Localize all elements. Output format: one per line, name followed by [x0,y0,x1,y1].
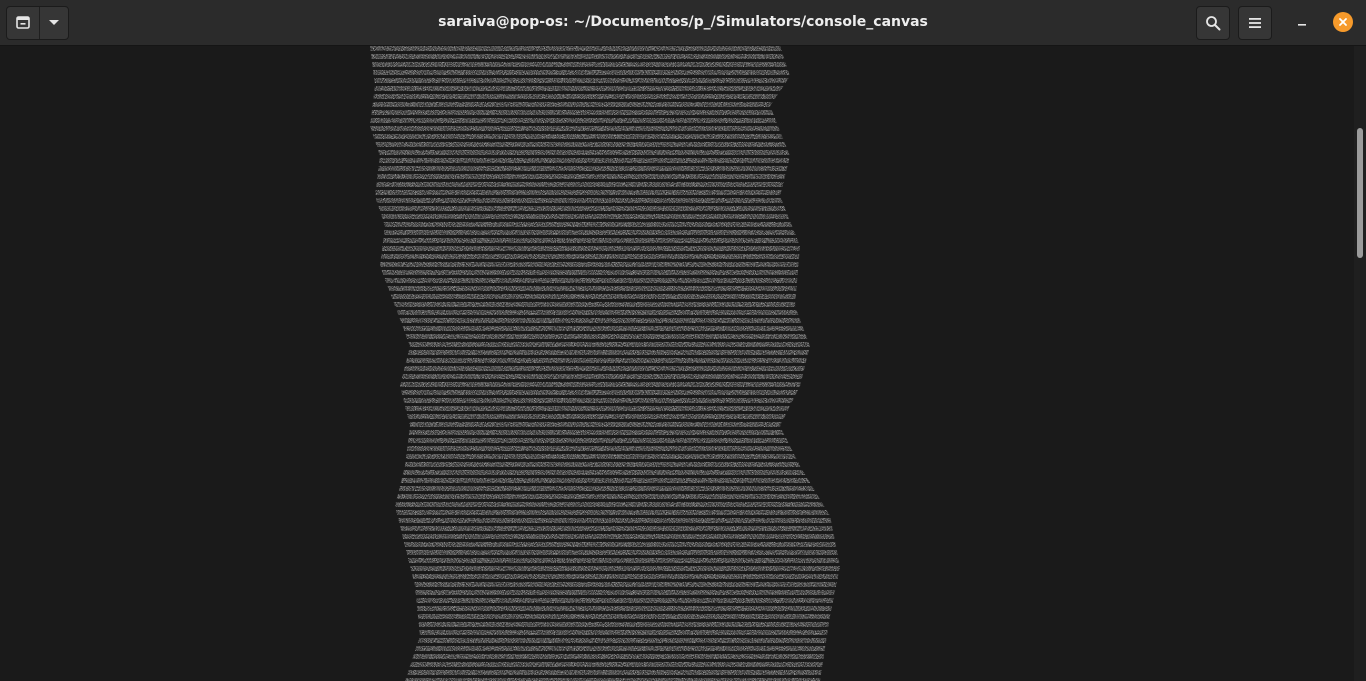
window-title: saraiva@pop-os: ~/Documentos/p_/Simulato… [438,14,928,30]
terminal-window: saraiva@pop-os: ~/Documentos/p_/Simulato… [0,0,1366,681]
close-button[interactable] [1333,12,1353,32]
tab-menu-button[interactable] [39,7,68,39]
search-icon [1206,16,1221,31]
search-button[interactable] [1196,6,1230,40]
minimize-button[interactable] [1292,12,1312,32]
ascii-art-canvas [370,46,840,681]
tab-button-group [6,6,69,40]
new-tab-button[interactable] [7,7,39,39]
new-tab-icon [16,16,30,29]
terminal-output[interactable] [0,46,1366,681]
hamburger-menu-icon [1249,18,1261,28]
minimize-icon [1298,24,1306,26]
scrollbar-thumb[interactable] [1357,128,1363,258]
chevron-down-icon [49,20,59,25]
header-bar: saraiva@pop-os: ~/Documentos/p_/Simulato… [0,0,1366,46]
terminal-scrollbar[interactable] [1354,46,1366,681]
close-icon [1339,18,1347,26]
main-menu-button[interactable] [1238,6,1272,40]
